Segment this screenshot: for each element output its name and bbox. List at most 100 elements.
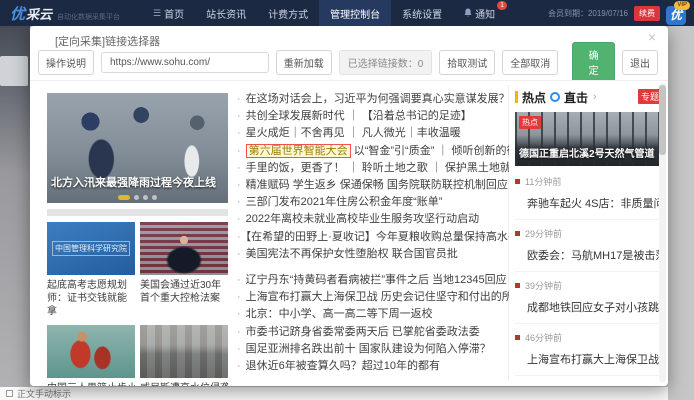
headline-item[interactable]: · 2022年离校未就业高校毕业生服务攻坚行动启动: [237, 211, 509, 228]
headline-text: 手里的饭，更香了！ ｜ 聆听土地之歌 ｜ 保护黑土地就是保护每个…: [246, 162, 509, 174]
background-right-area: [668, 26, 694, 400]
headline-item[interactable]: ·国足亚洲排名跌出前十 国家队建设为何陷入停滞？: [237, 341, 509, 358]
notification-label: 通知: [475, 6, 495, 21]
nav-item[interactable]: ☰首页: [142, 0, 195, 26]
exit-button[interactable]: 退出: [622, 50, 658, 75]
live-dot-icon: [550, 92, 560, 102]
headline-item[interactable]: ·北京：中小学、高一高二等下周一返校: [237, 306, 509, 323]
headline-column: ·在这场对话会上，习近平为何强调要真心实意谋发展？·共创全球发展新时代 ｜ 【沿…: [237, 91, 509, 375]
headline-item[interactable]: ·退休近6年被查算久吗？超过10年的都有: [237, 358, 509, 375]
bullet-icon: ·: [237, 179, 241, 191]
headline-item[interactable]: ·精准赋码 学生返乡 保通保畅 国务院联防联控机制回应: [237, 177, 509, 194]
nav-item[interactable]: 计费方式: [257, 0, 319, 26]
headline-text: 以“智金”引“质金” ｜ 倾听创新的律动: [351, 145, 509, 157]
headline-text: 退休近6年被查算久吗？超过10年的都有: [246, 360, 440, 372]
member-expiry-text: 会员到期：2019/07/16: [548, 8, 628, 19]
headline-text: 市委书记跻身省委常委两天后 已掌舵省委政法委: [246, 326, 480, 338]
basketball-photo: [47, 325, 135, 378]
accent-bar-icon: [515, 91, 518, 103]
nav-item[interactable]: 站长资讯: [195, 0, 257, 26]
headline-item[interactable]: ·在这场对话会上，习近平为何强调要真心实意谋发展？: [237, 91, 509, 108]
url-input[interactable]: [101, 52, 269, 73]
selector-toolbar: 操作说明 重新加载 已选择链接数：0 拾取测试 全部取消 确定 退出: [38, 50, 658, 74]
bullet-icon: ·: [237, 231, 241, 243]
headline-list: ·在这场对话会上，习近平为何强调要真心实意谋发展？·共创全球发展新时代 ｜ 【沿…: [237, 91, 509, 375]
logo-glyph: 优: [10, 3, 25, 24]
nav-item[interactable]: 管理控制台: [319, 0, 391, 26]
carousel-dot[interactable]: [134, 195, 139, 200]
hot-news-item[interactable]: 39分钟前成都地铁回应女子对小孩跳舞: [515, 272, 662, 324]
headline-item[interactable]: · 上海宣布打赢大上海保卫战 历史会记住坚守和付出的所有人: [237, 289, 509, 306]
headline-item[interactable]: ·手里的饭，更香了！ ｜ 聆听土地之歌 ｜ 保护黑土地就是保护每个…: [237, 160, 509, 177]
pick-test-button[interactable]: 拾取测试: [439, 50, 495, 75]
hot-news-list: 11分钟前奔驰车起火 4S店：非质量问题29分钟前欧委会：马航MH17是被击落的…: [515, 168, 662, 376]
headline-item[interactable]: ·市委书记跻身省委常委两天后 已掌舵省委政法委: [237, 324, 509, 341]
hot-photo-card[interactable]: 热点 德国正重启北溪2号天然气管道: [515, 112, 662, 166]
carousel-dot[interactable]: [152, 195, 157, 200]
section-separator: [47, 209, 228, 216]
headline-item[interactable]: · 三部门发布2021年住房公积金年度“账单”: [237, 194, 509, 211]
carousel-dot[interactable]: [118, 195, 130, 200]
scrollbar-thumb[interactable]: [659, 85, 666, 155]
modal-title: [定向采集]链接选择器: [55, 33, 160, 49]
hot-news-item[interactable]: 29分钟前欧委会：马航MH17是被击落的: [515, 220, 662, 272]
cancel-all-button[interactable]: 全部取消: [502, 50, 558, 75]
headline-text: 星火成炬｜不舍再见 ｜ 凡人微光｜丰收温暖: [246, 127, 461, 139]
hot-photo-tag: 热点: [519, 116, 541, 129]
news-card[interactable]: 中国管理科学研究院起底高考志愿规划师：证书交钱就能拿: [47, 222, 135, 318]
vip-badge: VIP: [674, 1, 690, 10]
navbar-right: 会员到期：2019/07/16 续费 优 VIP: [548, 1, 690, 25]
manual-mark-checkbox[interactable]: [6, 390, 13, 397]
menu-icon: ☰: [153, 8, 161, 19]
bullet-icon: ·: [237, 343, 241, 355]
app-logo[interactable]: 优 采云 自动化数据采集平台: [10, 3, 120, 24]
nav-item[interactable]: 系统设置: [391, 0, 453, 26]
confirm-button[interactable]: 确定: [572, 42, 615, 82]
news-card-caption: 美国会通过近30年首个重大控枪法案: [140, 279, 228, 305]
link-selector-modal: [定向采集]链接选择器 × 操作说明 重新加载 已选择链接数：0 拾取测试 全部…: [30, 26, 668, 386]
bullet-icon: ·: [237, 196, 241, 208]
bullet-icon: ·: [237, 291, 241, 303]
headline-item[interactable]: ·共创全球发展新时代 ｜ 【沿着总书记的足迹】: [237, 108, 509, 125]
headline-item[interactable]: ·星火成炬｜不舍再见 ｜ 凡人微光｜丰收温暖: [237, 125, 509, 142]
bullet-icon: ·: [237, 213, 241, 225]
hot-subtitle: 直击: [564, 89, 588, 106]
news-card[interactable]: 中国三人男篮止步小组赛: [47, 325, 135, 386]
chevron-right-icon[interactable]: ›: [593, 91, 597, 103]
headline-item[interactable]: ·美国宪法不再保护女性堕胎权 联合国官员批: [237, 246, 509, 263]
reload-button[interactable]: 重新加载: [276, 50, 332, 75]
carousel-dot[interactable]: [143, 195, 148, 200]
background-left-panel: [0, 26, 30, 400]
nav-item-notifications[interactable]: 通知 1: [453, 0, 506, 26]
news-card[interactable]: 威尼斯遭高水位侵袭 圣: [140, 325, 228, 386]
headline-text: 三部门发布2021年住房公积金年度“账单”: [246, 196, 443, 208]
carousel[interactable]: 北方入汛来最强降雨过程今夜上线: [47, 93, 228, 203]
close-icon[interactable]: ×: [648, 30, 656, 44]
avatar[interactable]: 优 VIP: [666, 1, 690, 25]
headline-item[interactable]: ·第六届世界智能大会 以“智金”引“质金” ｜ 倾听创新的律动: [237, 143, 509, 160]
hot-title: 热点: [522, 89, 546, 106]
nav-item-label: 系统设置: [402, 6, 442, 21]
news-card[interactable]: 美国会通过近30年首个重大控枪法案: [140, 222, 228, 318]
logo-text: 采云: [26, 4, 52, 23]
renew-vip-button[interactable]: 续费: [634, 6, 660, 21]
hot-item-text: 奔驰车起火 4S店：非质量问题: [527, 195, 662, 211]
venice-photo: [140, 325, 228, 378]
biden-photo: [140, 222, 228, 275]
hot-news-item[interactable]: 46分钟前上海宣布打赢大上海保卫战: [515, 324, 662, 376]
logo-slogan: 自动化数据采集平台: [57, 12, 120, 22]
hot-news-item[interactable]: 11分钟前奔驰车起火 4S店：非质量问题: [515, 168, 662, 220]
help-button[interactable]: 操作说明: [38, 50, 94, 75]
headline-text: 共创全球发展新时代 ｜ 【沿着总书记的足迹】: [246, 110, 472, 122]
notification-badge: 1: [497, 1, 507, 10]
hot-item-time: 39分钟前: [525, 279, 562, 292]
headline-text: 上海宣布打赢大上海保卫战 历史会记住坚守和付出的所有人: [246, 291, 509, 303]
bell-icon: [464, 8, 472, 19]
headline-item[interactable]: ·【在希望的田野上·夏收记】今年夏粮收购总量保持高水平: [237, 229, 509, 246]
hot-item-time-row: 29分钟前: [515, 227, 662, 240]
headline-item[interactable]: ·辽宁丹东“持黄码者看病被拦”事件之后 当地12345回应: [237, 272, 509, 289]
carousel-caption: 北方入汛来最强降雨过程今夜上线: [51, 174, 216, 190]
headline-text: 2022年离校未就业高校毕业生服务攻坚行动启动: [246, 213, 479, 225]
selected-link-highlight[interactable]: 第六届世界智能大会: [246, 144, 351, 158]
sign-photo: 中国管理科学研究院: [47, 222, 135, 275]
